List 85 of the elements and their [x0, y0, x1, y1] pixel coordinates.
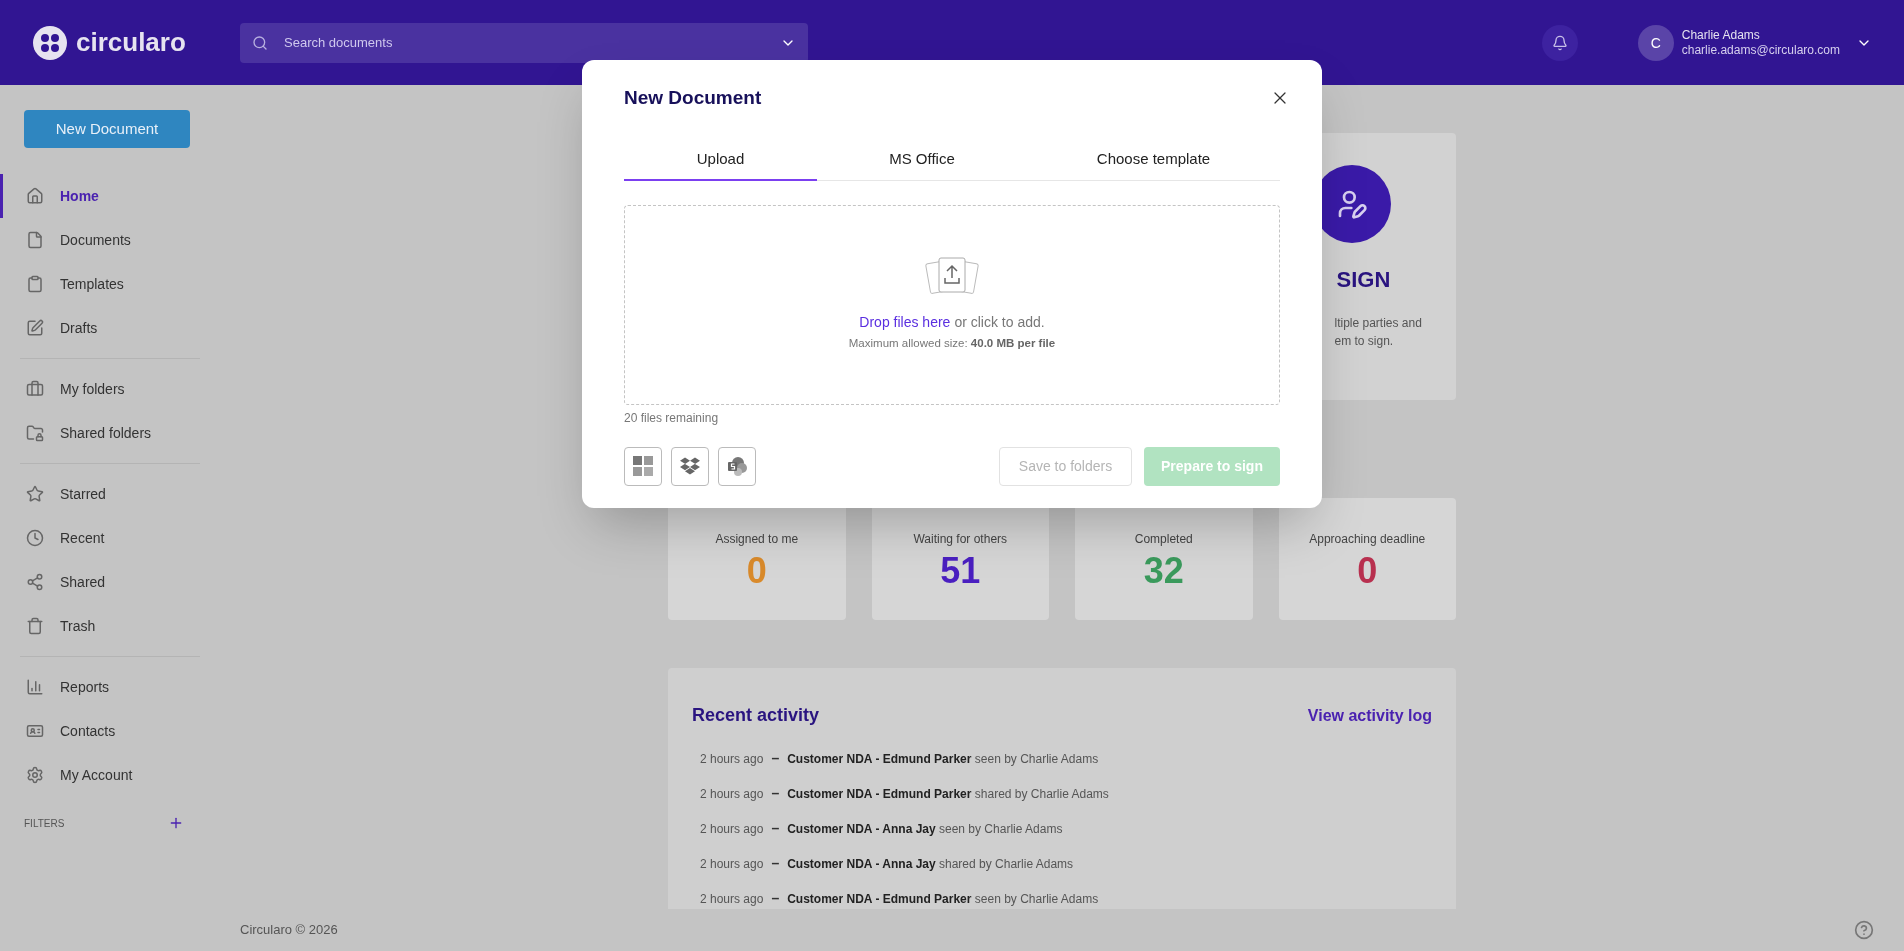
user-email: charlie.adams@circularo.com — [1681, 42, 1840, 58]
sidebar-item[interactable]: Reports — [0, 665, 220, 709]
activity-time: 2 hours ago — [700, 890, 764, 908]
sharepoint-button[interactable] — [718, 446, 756, 486]
sidebar-item[interactable]: Trash — [0, 604, 220, 648]
stat-value: 0 — [1357, 549, 1378, 593]
dialog-title: New Document — [624, 86, 762, 110]
sidebar-item[interactable]: Shared folders — [0, 411, 220, 455]
dropbox-button[interactable] — [671, 446, 709, 486]
user-name: Charlie Adams — [1681, 27, 1761, 43]
drop-files-link[interactable]: Drop files here — [859, 312, 951, 334]
sidebar-icon — [26, 678, 44, 696]
search-icon — [252, 34, 268, 51]
activity-entry: Customer NDA - Anna Jay seen by Charlie Adams — [787, 820, 1063, 838]
activity-time: 2 hours ago — [700, 750, 764, 768]
sidebar-icon — [26, 485, 44, 503]
sidebar-item[interactable]: My Account — [0, 753, 220, 797]
help-icon[interactable] — [1854, 920, 1874, 940]
activity-log-link[interactable]: View activity log — [1307, 703, 1432, 728]
sidebar-icon — [26, 231, 44, 249]
sidebar-item[interactable]: My folders — [0, 367, 220, 411]
sidebar-icon — [26, 529, 44, 547]
sidebar-item[interactable]: Drafts — [0, 306, 220, 350]
stat-label: Completed — [1134, 531, 1193, 548]
windows-source-button[interactable] — [624, 446, 662, 486]
logo-icon — [32, 24, 68, 61]
separator-dash: – — [771, 819, 780, 838]
sidebar-icon — [26, 187, 44, 205]
separator-dash: – — [771, 854, 780, 873]
card-description: ltiple parties and — [1334, 315, 1423, 332]
separator-dash: – — [771, 749, 780, 768]
sidebar-item[interactable]: Documents — [0, 218, 220, 262]
sidebar-icon — [26, 275, 44, 293]
drop-zone[interactable]: Drop files here or click to add. Maximum allowed size: 40.0 MB per file — [624, 204, 1280, 405]
bell-icon — [1551, 34, 1568, 51]
card-title: SIGN — [1336, 266, 1392, 294]
activity-time: 2 hours ago — [700, 820, 764, 838]
section-title: Recent activity — [692, 704, 820, 727]
files-remaining-text: 20 files remaining — [624, 409, 720, 427]
search-field[interactable]: Search documents — [240, 22, 808, 63]
card-description: em to sign. — [1334, 333, 1395, 350]
size-limit-text: Maximum allowed size: 40.0 MB per file — [848, 336, 1056, 352]
activity-entry: Customer NDA - Edmund Parker seen by Charlie Adams — [787, 750, 1099, 768]
activity-time: 2 hours ago — [700, 785, 764, 803]
activity-entry: Customer NDA - Edmund Parker shared by Charlie Adams — [787, 785, 1109, 803]
stat-label: Assigned to me — [715, 531, 799, 548]
sidebar-item[interactable]: Recent — [0, 516, 220, 560]
tab[interactable]: Upload — [624, 140, 817, 181]
stat-label: Waiting for others — [913, 531, 1008, 548]
add-filter-icon[interactable] — [168, 815, 184, 831]
activity-entry: Customer NDA - Edmund Parker seen by Charlie Adams — [787, 890, 1099, 908]
tab[interactable]: Choose template — [1027, 140, 1280, 181]
separator-dash: – — [771, 889, 780, 908]
avatar[interactable]: C — [1637, 24, 1674, 61]
separator-dash: – — [771, 784, 780, 803]
stat-value: 0 — [746, 549, 767, 593]
sidebar-item[interactable]: Starred — [0, 472, 220, 516]
stat-value: 32 — [1143, 549, 1184, 593]
stat-card[interactable]: Approaching deadline 0 — [1278, 498, 1456, 620]
sidebar-icon — [26, 573, 44, 591]
sidebar-item[interactable]: Contacts — [0, 709, 220, 753]
sidebar-item[interactable]: Shared — [0, 560, 220, 604]
dropbox-icon — [680, 456, 700, 476]
sidebar-item[interactable]: Home — [0, 174, 220, 218]
copyright-text: Circularo © 2026 — [240, 921, 338, 940]
sidebar-icon — [26, 424, 44, 442]
sharepoint-icon — [726, 456, 748, 476]
notifications-button[interactable] — [1541, 24, 1578, 61]
new-document-button[interactable]: New Document — [24, 110, 190, 148]
stat-label: Approaching deadline — [1309, 531, 1426, 548]
logo-text: circularo — [76, 26, 186, 59]
tab[interactable]: MS Office — [817, 140, 1027, 181]
sidebar-item[interactable]: Templates — [0, 262, 220, 306]
sidebar-icon — [26, 722, 44, 740]
filters-label: FILTERS — [24, 816, 65, 831]
drop-hint: or click to add. — [954, 313, 1045, 333]
upload-files-icon — [925, 256, 979, 297]
activity-entry: Customer NDA - Anna Jay shared by Charlie Adams — [787, 855, 1074, 873]
sidebar-icon — [26, 766, 44, 784]
windows-icon — [633, 456, 653, 476]
stat-value: 51 — [940, 549, 981, 593]
sidebar-icon — [26, 380, 44, 398]
sidebar-icon — [26, 319, 44, 337]
sidebar-icon — [26, 617, 44, 635]
activity-time: 2 hours ago — [700, 855, 764, 873]
